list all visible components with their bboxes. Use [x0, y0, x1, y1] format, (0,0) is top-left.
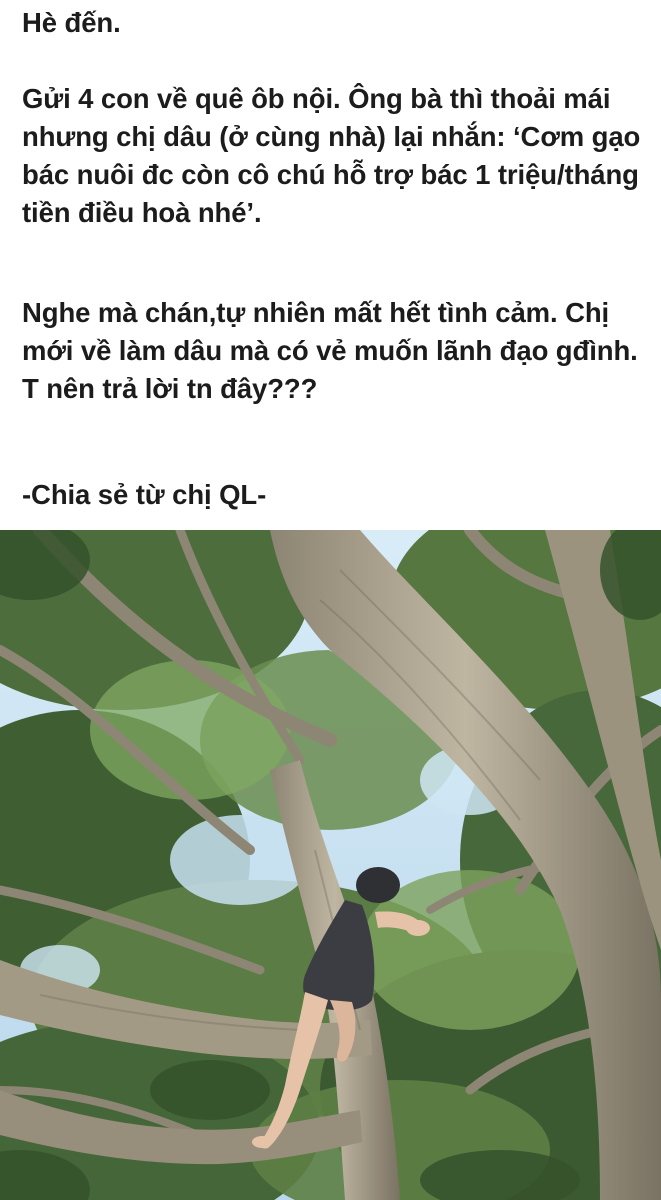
post-paragraph-1: Gửi 4 con về quê ôb nội. Ông bà thì thoả…: [22, 83, 648, 228]
post-photo[interactable]: [0, 530, 661, 1200]
post-title: Hè đến.: [22, 7, 121, 38]
post-paragraph-2: Nghe mà chán,tự nhiên mất hết tình cảm. …: [22, 297, 646, 404]
tree-photo-illustration: [0, 530, 661, 1200]
post-credit: -Chia sẻ từ chị QL-: [22, 479, 267, 510]
